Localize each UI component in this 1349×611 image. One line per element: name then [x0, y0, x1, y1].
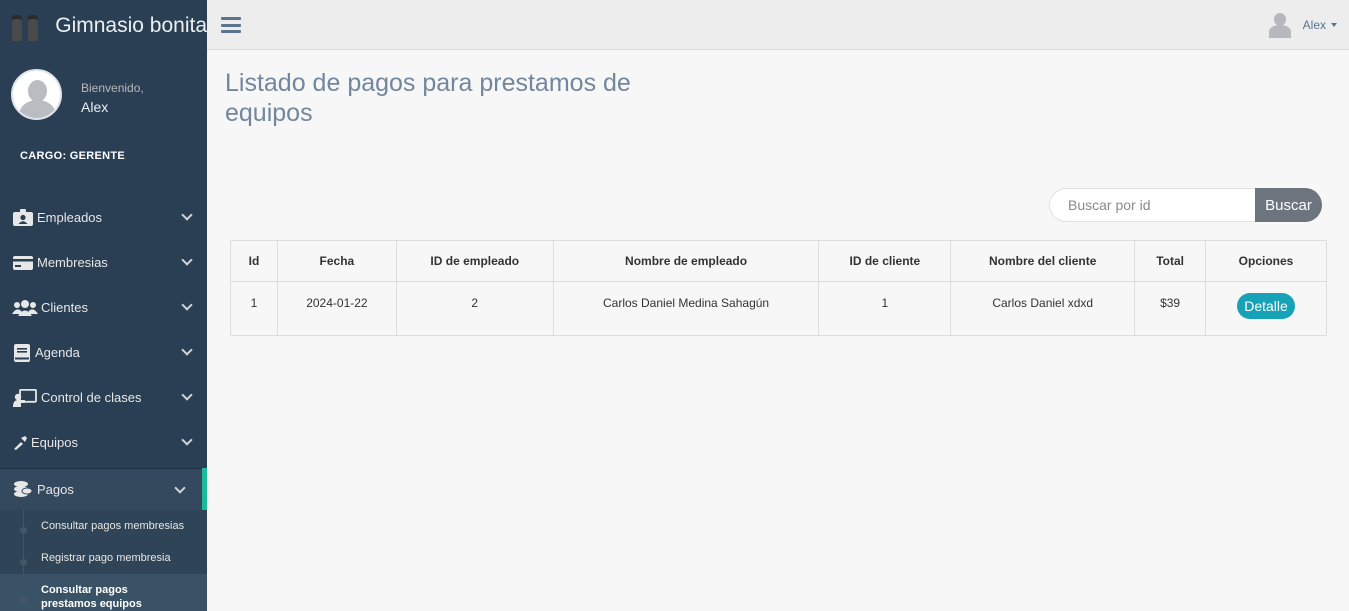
chevron-down-icon [181, 254, 193, 266]
menu-toggle-icon[interactable] [221, 17, 241, 33]
sidebar-item-pagos[interactable]: Pagos [0, 468, 207, 510]
search-bar: Buscar [1049, 188, 1322, 222]
sidebar-item-label: Agenda [35, 345, 80, 360]
sidebar-item-control-de-clases[interactable]: Control de clases [0, 375, 207, 420]
cell-opciones: Detalle [1205, 281, 1327, 336]
sidebar-item-label: Clientes [41, 300, 88, 315]
submenu-item-consultar-pagos-prestamos-equipos[interactable]: Consultar pagos prestamos equipos [0, 574, 207, 611]
avatar [1268, 12, 1292, 38]
sidebar-item-label: Empleados [37, 210, 103, 225]
cell-id: 1 [230, 281, 278, 336]
chevron-down-icon [174, 482, 186, 494]
cell-fecha: 2024-01-22 [276, 281, 397, 336]
cell-id-empleado: 2 [395, 281, 554, 336]
chalkboard-teacher-icon [12, 388, 38, 408]
submenu-item-label: Registrar pago membresia [41, 552, 171, 564]
column-header: Nombre de empleado [552, 240, 820, 282]
role-label: CARGO: GERENTE [20, 150, 126, 162]
bullet-dot-icon [20, 559, 27, 566]
submenu-item-registrar-pago-membresia[interactable]: Registrar pago membresia [0, 542, 207, 574]
user-name: Alex [1302, 18, 1326, 32]
profile-name: Alex [81, 99, 109, 115]
sidebar: Gimnasio bonita Bienvenido, Alex CARGO: … [0, 0, 207, 611]
submenu-item-label: Consultar pagos prestamos equipos [41, 584, 142, 610]
submenu-item-consultar-pagos-membresias[interactable]: Consultar pagos membresias [0, 510, 207, 542]
sidebar-item-empleados[interactable]: Empleados [0, 195, 207, 240]
column-header: Total [1134, 240, 1207, 282]
sidebar-item-label: Membresias [37, 255, 108, 270]
search-button[interactable]: Buscar [1255, 188, 1322, 222]
employee-badge-icon [12, 208, 34, 228]
column-header: Fecha [276, 240, 397, 282]
book-icon [12, 343, 32, 363]
sidebar-item-equipos[interactable]: Equipos [0, 420, 207, 465]
page-title: Listado de pagos para prestamos de equip… [225, 69, 631, 127]
payments-table: Id Fecha ID de empleado Nombre de emplea… [230, 240, 1327, 336]
avatar [11, 69, 62, 120]
brand[interactable]: Gimnasio bonita [0, 0, 207, 52]
column-header: Nombre del cliente [950, 240, 1136, 282]
sidebar-menu: Empleados Membresias Clientes Agenda Con… [0, 195, 207, 611]
chevron-down-icon [181, 209, 193, 221]
cell-nombre-empleado: Carlos Daniel Medina Sahagún [552, 281, 820, 336]
user-dropdown[interactable]: Alex [1268, 12, 1337, 38]
tools-icon [12, 433, 28, 453]
sidebar-item-agenda[interactable]: Agenda [0, 330, 207, 375]
chevron-down-icon [181, 344, 193, 356]
table-row: 1 2024-01-22 2 Carlos Daniel Medina Saha… [230, 281, 1327, 336]
column-header: ID de cliente [818, 240, 952, 282]
sidebar-item-clientes[interactable]: Clientes [0, 285, 207, 330]
sidebar-item-label: Pagos [37, 481, 74, 497]
submenu-item-label: Consultar pagos membresias [41, 520, 185, 532]
welcome-text: Bienvenido, [81, 81, 144, 95]
sidebar-item-label: Control de clases [41, 390, 142, 405]
users-icon [12, 298, 38, 318]
column-header: ID de empleado [395, 240, 554, 282]
brand-title: Gimnasio bonita [55, 14, 207, 37]
table-header-row: Id Fecha ID de empleado Nombre de emplea… [230, 240, 1327, 282]
chevron-down-icon [181, 389, 193, 401]
pagos-submenu: Consultar pagos membresias Registrar pag… [0, 510, 207, 611]
column-header: Id [230, 240, 278, 282]
cell-nombre-cliente: Carlos Daniel xdxd [950, 281, 1136, 336]
cell-id-cliente: 1 [818, 281, 952, 336]
gym-logo-icon [12, 11, 45, 41]
chevron-down-icon [181, 434, 193, 446]
sidebar-item-membresias[interactable]: Membresias [0, 240, 207, 285]
detalle-button[interactable]: Detalle [1237, 293, 1295, 319]
column-header: Opciones [1205, 240, 1327, 282]
bullet-dot-icon [20, 597, 27, 604]
coins-icon [12, 479, 34, 499]
cell-total: $39 [1134, 281, 1207, 336]
search-input[interactable] [1049, 188, 1255, 222]
sidebar-item-label: Equipos [31, 435, 78, 450]
bullet-dot-icon [20, 527, 27, 534]
credit-card-icon [12, 253, 34, 273]
chevron-down-icon [181, 299, 193, 311]
top-navbar: Alex [207, 0, 1349, 50]
caret-down-icon [1331, 23, 1337, 27]
